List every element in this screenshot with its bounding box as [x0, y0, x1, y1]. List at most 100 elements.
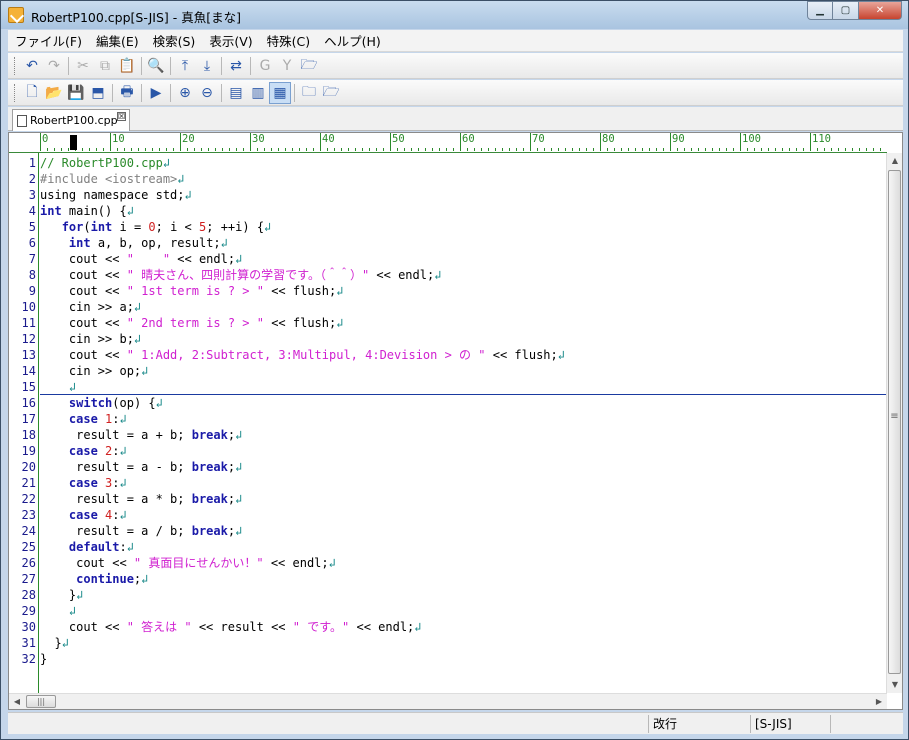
- code-line[interactable]: 17 case 1:↲: [9, 411, 887, 427]
- line-text: #include <iostream>↲: [40, 172, 185, 186]
- code-line[interactable]: 1 // RobertP100.cpp↲: [9, 155, 887, 171]
- menu-edit[interactable]: 編集(E): [89, 31, 146, 50]
- code-line[interactable]: 14 cin >> op;↲: [9, 363, 887, 379]
- zoom-in-icon[interactable]: ⊕: [174, 82, 196, 104]
- folder-open-icon[interactable]: 🗁: [320, 82, 342, 104]
- code-line[interactable]: 13 cout << " 1:Add, 2:Subtract, 3:Multip…: [9, 347, 887, 363]
- line-number: 8: [28, 268, 36, 282]
- return-mark-icon: ↲: [336, 284, 344, 298]
- code-line[interactable]: 21 case 3:↲: [9, 475, 887, 491]
- menu-search[interactable]: 検索(S): [146, 31, 203, 50]
- vertical-scrollbar[interactable]: ▲ ≡ ▼: [886, 153, 902, 693]
- ruler-label: 20: [180, 133, 195, 151]
- single-view-icon[interactable]: ▦: [269, 81, 291, 104]
- scroll-down-arrow-icon[interactable]: ▼: [887, 677, 902, 693]
- folder-up-icon[interactable]: 🗀: [298, 82, 320, 104]
- code-line[interactable]: 23 case 4:↲: [9, 507, 887, 523]
- minimize-button[interactable]: ▁: [807, 1, 833, 20]
- code-line[interactable]: 2 #include <iostream>↲: [9, 171, 887, 187]
- search-folder-icon[interactable]: 🗁: [298, 55, 320, 77]
- tag-jump-icon[interactable]: Y: [276, 55, 298, 77]
- code-line[interactable]: 9 cout << " 1st term is ? > " << flush;↲: [9, 283, 887, 299]
- menu-file[interactable]: ファイル(F): [8, 31, 89, 50]
- grep-icon[interactable]: G: [254, 55, 276, 77]
- code-line[interactable]: 4 int main() {↲: [9, 203, 887, 219]
- code-line[interactable]: 19 case 2:↲: [9, 443, 887, 459]
- line-text: using namespace std;↲: [40, 188, 192, 202]
- save-icon[interactable]: 💾: [65, 82, 87, 104]
- code-line[interactable]: 3 using namespace std;↲: [9, 187, 887, 203]
- zoom-out-icon[interactable]: ⊖: [196, 82, 218, 104]
- code-line[interactable]: 5 for(int i = 0; i < 5; ++i) {↲: [9, 219, 887, 235]
- code-line[interactable]: 7 cout << " " << endl;↲: [9, 251, 887, 267]
- scroll-up-arrow-icon[interactable]: ▲: [887, 153, 902, 169]
- code-line[interactable]: 10 cin >> a;↲: [9, 299, 887, 315]
- horizontal-scrollbar[interactable]: ◀ ||| ▶: [9, 693, 887, 709]
- line-text: switch(op) {↲: [68, 396, 163, 410]
- tab-close-icon[interactable]: ☒: [117, 112, 126, 121]
- text-editor[interactable]: 0 10 20 30 40 50 60 70 80 90 100 110 1 // RobertP100…: [8, 132, 903, 710]
- menu-help[interactable]: ヘルプ(H): [317, 31, 388, 50]
- code-line[interactable]: 20 result = a - b; break;↲: [9, 459, 887, 475]
- scroll-right-arrow-icon[interactable]: ▶: [871, 694, 887, 709]
- copy-icon[interactable]: ⧉: [94, 55, 116, 77]
- code-area[interactable]: 1 // RobertP100.cpp↲ 2 #include <iostream>↲…: [9, 155, 887, 667]
- code-line[interactable]: 22 result = a * b; break;↲: [9, 491, 887, 507]
- line-number: 25: [21, 540, 36, 554]
- code-line[interactable]: 15 ↲: [9, 379, 887, 395]
- code-line[interactable]: 27 continue;↲: [9, 571, 887, 587]
- vertical-scroll-thumb[interactable]: ≡: [888, 170, 901, 674]
- code-line[interactable]: 30 cout << " 答えは " << result << " です。" <…: [9, 619, 887, 635]
- code-line[interactable]: 16 switch(op) {↲: [9, 395, 887, 411]
- return-mark-icon: ↲: [119, 508, 127, 522]
- line-number: 12: [21, 332, 36, 346]
- close-button[interactable]: ✕: [859, 1, 902, 20]
- status-bar: 改行 [S-JIS]: [8, 712, 903, 734]
- menu-special[interactable]: 特殊(C): [260, 31, 317, 50]
- tile-horizontal-icon[interactable]: ▤: [225, 82, 247, 104]
- code-line[interactable]: 29 ↲: [9, 603, 887, 619]
- app-icon[interactable]: [8, 7, 24, 23]
- replace-icon[interactable]: ⇄: [225, 55, 247, 77]
- line-text: cout << " 答えは " << result << " です。" << e…: [40, 620, 422, 634]
- code-line[interactable]: 12 cin >> b;↲: [9, 331, 887, 347]
- new-file-icon[interactable]: 🗋: [21, 82, 43, 104]
- find-next-icon[interactable]: ⤓: [196, 55, 218, 77]
- run-icon[interactable]: ▶: [145, 82, 167, 104]
- code-line[interactable]: 32}: [9, 651, 887, 667]
- code-line[interactable]: 28 }↲: [9, 587, 887, 603]
- ruler-label: 30: [250, 133, 265, 151]
- title-bar[interactable]: RobertP100.cpp[S-JIS] - 真魚[まな] ▁ ▢ ✕: [1, 1, 908, 29]
- paste-icon[interactable]: 📋: [116, 55, 138, 77]
- find-prev-icon[interactable]: ⤒: [174, 55, 196, 77]
- code-line[interactable]: 26 cout << " 真面目にせんかい！" << endl;↲: [9, 555, 887, 571]
- tab-robertp100-cpp[interactable]: RobertP100.cpp ☒: [12, 109, 130, 131]
- tile-vertical-icon[interactable]: ▥: [247, 82, 269, 104]
- toolbar-grip[interactable]: [14, 56, 17, 75]
- maximize-button[interactable]: ▢: [833, 1, 859, 20]
- return-mark-icon: ↲: [133, 332, 142, 346]
- code-line[interactable]: 11 cout << " 2nd term is ? > " << flush;…: [9, 315, 887, 331]
- print-icon[interactable]: 🖶: [116, 82, 138, 104]
- toolbar-grip[interactable]: [14, 83, 17, 102]
- code-line[interactable]: 25 default:↲: [9, 539, 887, 555]
- menu-view[interactable]: 表示(V): [202, 31, 259, 50]
- return-mark-icon: ↲: [557, 348, 565, 362]
- code-line[interactable]: 18 result = a + b; break;↲: [9, 427, 887, 443]
- redo-icon[interactable]: ↷: [43, 55, 65, 77]
- undo-icon[interactable]: ↶: [21, 55, 43, 77]
- open-file-icon[interactable]: 📂: [43, 82, 65, 104]
- code-line[interactable]: 24 result = a / b; break;↲: [9, 523, 887, 539]
- status-newline: 改行: [648, 715, 750, 733]
- save-as-icon[interactable]: ⬒: [87, 82, 109, 104]
- horizontal-scroll-thumb[interactable]: |||: [26, 695, 56, 708]
- return-mark-icon: ↲: [162, 156, 171, 170]
- find-icon[interactable]: 🔍: [145, 55, 167, 77]
- return-mark-icon: ↲: [133, 300, 142, 314]
- code-line[interactable]: 31 }↲: [9, 635, 887, 651]
- scroll-left-arrow-icon[interactable]: ◀: [9, 694, 25, 709]
- line-number: 4: [28, 204, 36, 218]
- cut-icon[interactable]: ✂: [72, 55, 94, 77]
- code-line[interactable]: 8 cout << " 晴夫さん、四則計算の学習です。（＾＾）" << endl…: [9, 267, 887, 283]
- code-line[interactable]: 6 int a, b, op, result;↲: [9, 235, 887, 251]
